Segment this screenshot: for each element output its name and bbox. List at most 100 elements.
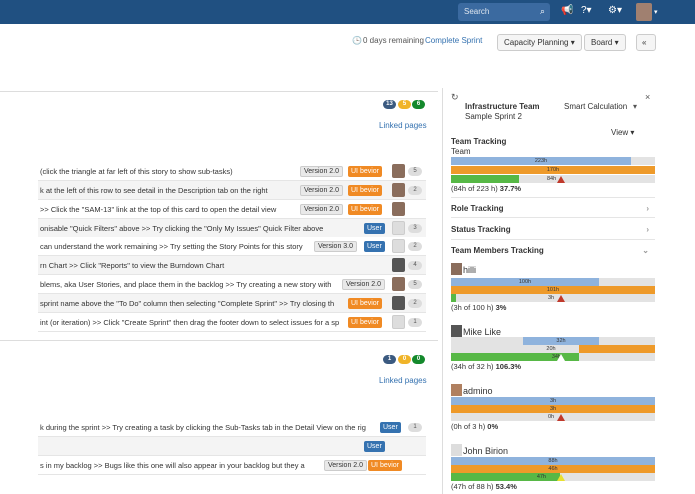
label-tag: User [380, 422, 401, 433]
divider [0, 340, 438, 341]
calculation-select[interactable]: Smart Calculation [564, 102, 627, 111]
member-bar-green: 3h [451, 294, 655, 302]
member-bar-green: 47h [451, 473, 655, 481]
issue-row[interactable]: s in my backlog >> Bugs like this one wi… [38, 456, 426, 475]
version-tag: Version 2.0 [300, 185, 344, 196]
team-bar-blue: 223h [451, 157, 655, 165]
issue-row[interactable]: k during the sprint >> Try creating a ta… [38, 418, 426, 437]
member-name: hilli [451, 263, 476, 275]
member-bar-green: 0h [451, 413, 655, 421]
issue-row[interactable]: k at the left of this row to see detail … [38, 181, 426, 200]
assignee-avatar [392, 183, 405, 197]
label-tag: User [364, 241, 385, 252]
issue-row[interactable]: blems, aka User Stories, and place them … [38, 275, 426, 294]
member-bar-orange: 20h [451, 345, 655, 353]
estimate-badge: 2 [408, 242, 422, 251]
user-avatar[interactable] [636, 3, 652, 21]
member-stat: (47h of 88 h) 53.4% [451, 482, 517, 491]
issue-summary: (click the triangle at far left of this … [40, 167, 233, 176]
collapse-button[interactable]: « [636, 34, 656, 51]
sprint-name: Sample Sprint 2 [465, 112, 522, 121]
member-name: John Birion [451, 444, 508, 456]
estimate-badge: 1 [408, 423, 422, 432]
epic-tag: UI bevior [348, 298, 383, 309]
version-tag: Version 2.0 [324, 460, 368, 471]
label-tag: User [364, 223, 385, 234]
estimate-badge: 2 [408, 299, 422, 308]
complete-sprint-link[interactable]: Complete Sprint [425, 36, 482, 45]
help-icon[interactable]: ?▾ [581, 5, 592, 16]
linked-pages-link[interactable]: Linked pages [379, 376, 427, 385]
assignee-avatar [392, 296, 405, 310]
estimate-badge: 1 [408, 318, 422, 327]
issue-summary: can understand the work remaining >> Try… [40, 242, 303, 251]
assignee-avatar [392, 221, 405, 235]
issue-row[interactable]: rn Chart >> Click "Reports" to view the … [38, 256, 426, 275]
team-tracking-heading: Team Tracking [451, 137, 507, 146]
member-bar-blue: 3h [451, 397, 655, 405]
epic-tag: UI bevior [348, 317, 383, 328]
issue-row[interactable]: can understand the work remaining >> Try… [38, 237, 426, 256]
member-bar-blue: 100h [451, 278, 655, 286]
issue-summary: int (or iteration) >> Click "Create Spri… [40, 318, 340, 327]
linked-pages-link[interactable]: Linked pages [379, 121, 427, 130]
issue-summary: rn Chart >> Click "Reports" to view the … [40, 261, 225, 270]
version-tag: Version 2.0 [300, 204, 344, 215]
issue-row[interactable]: >> Click the "SAM-13" link at the top of… [38, 200, 426, 219]
team-select[interactable]: Infrastructure Team [465, 102, 540, 111]
badge-in-progress: 5 [398, 100, 411, 109]
assignee-avatar [392, 258, 405, 272]
tracking-panel: ↻ × Infrastructure Team Smart Calculatio… [442, 88, 660, 494]
badge-todo: 13 [383, 100, 396, 109]
divider [451, 217, 655, 218]
assignee-avatar [392, 277, 405, 291]
issue-row[interactable]: sprint name above the "To Do" column the… [38, 294, 426, 313]
badge-done: 6 [412, 100, 425, 109]
issue-row[interactable]: User [38, 437, 426, 456]
days-remaining: 0 days remaining [363, 36, 424, 45]
issue-row[interactable]: int (or iteration) >> Click "Create Spri… [38, 313, 426, 332]
issue-summary: blems, aka User Stories, and place them … [40, 280, 332, 289]
board-button[interactable]: Board ▾ [584, 34, 626, 51]
search-input[interactable]: Search ⌕ [458, 3, 550, 21]
epic-tag: UI bevior [368, 460, 403, 471]
capacity-planning-button[interactable]: Capacity Planning ▾ [497, 34, 582, 51]
gear-icon[interactable]: ⚙▾ [608, 5, 622, 16]
member-stat: (0h of 3 h) 0% [451, 422, 499, 431]
team-members-tracking-section[interactable]: Team Members Tracking ⌄ [451, 246, 655, 255]
member-bar-orange: 46h [451, 465, 655, 473]
issue-summary: k at the left of this row to see detail … [40, 186, 268, 195]
chevron-down-icon[interactable]: ▾ [654, 8, 658, 16]
megaphone-icon[interactable]: 📢 [561, 5, 573, 16]
issue-row[interactable]: onisable "Quick Filters" above >> Try cl… [38, 219, 426, 238]
estimate-badge: 5 [408, 167, 422, 176]
member-stat: (34h of 32 h) 106.3% [451, 362, 522, 371]
assignee-avatar [392, 315, 405, 329]
issue-row[interactable]: (click the triangle at far left of this … [38, 162, 426, 181]
status-tracking-section[interactable]: Status Tracking › [451, 225, 655, 234]
member-bar-orange: 101h [451, 286, 655, 294]
role-tracking-section[interactable]: Role Tracking › [451, 204, 655, 213]
badge-in-progress: 0 [398, 355, 411, 364]
member-bar-orange: 3h [451, 405, 655, 413]
badge-done: 0 [412, 355, 425, 364]
estimate-badge: 5 [408, 280, 422, 289]
team-bar-green: 84h [451, 175, 655, 183]
chevron-down-icon[interactable]: ▾ [633, 102, 637, 111]
search-placeholder: Search [464, 7, 490, 16]
member-name: Mike Like [451, 325, 501, 337]
team-stat: (84h of 223 h) 37.7% [451, 184, 522, 193]
refresh-icon[interactable]: ↻ [451, 92, 459, 103]
team-label: Team [451, 147, 471, 156]
search-icon: ⌕ [539, 6, 545, 16]
divider [0, 91, 438, 92]
estimate-badge: 3 [408, 224, 422, 233]
issue-summary: >> Click the "SAM-13" link at the top of… [40, 205, 277, 214]
assignee-avatar [392, 202, 405, 216]
member-bar-blue: 88h [451, 457, 655, 465]
close-icon[interactable]: × [645, 92, 650, 102]
version-tag: Version 3.0 [314, 241, 358, 252]
epic-tag: UI bevior [348, 185, 383, 196]
view-dropdown[interactable]: View ▾ [611, 128, 634, 137]
version-tag: Version 2.0 [342, 279, 386, 290]
